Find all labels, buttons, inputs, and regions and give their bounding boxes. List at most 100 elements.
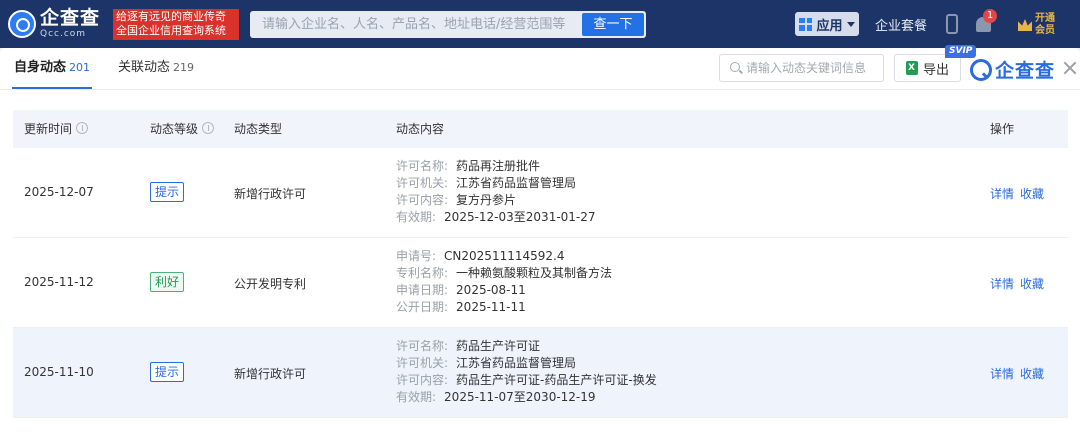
content-line: 有效期: 2025-11-07至2030-12-19 [396, 389, 657, 406]
export-label: 导出 [922, 62, 949, 78]
enterprise-package-link[interactable]: 企业套餐 [875, 15, 927, 34]
info-icon[interactable] [202, 122, 215, 134]
content-value: 江苏省药品监督管理局 [456, 356, 577, 370]
row-type: 公开发明专利 [234, 277, 307, 291]
content-key: 许可内容: [396, 373, 449, 387]
qcc-brand-logo: 企查查 [970, 56, 1055, 83]
export-button[interactable]: 导出 [894, 54, 961, 82]
content-line: 有效期: 2025-12-03至2031-01-27 [396, 209, 596, 226]
global-search: 查一下 [250, 11, 646, 38]
slogan-line-1: 给逐有远见的商业传奇 [116, 10, 226, 23]
content-line: 许可名称: 药品生产许可证 [396, 338, 657, 355]
qcc-brand-icon [970, 58, 992, 81]
content-key: 许可名称: [396, 339, 449, 353]
qcc-logo-icon [8, 10, 36, 38]
row-actions: 详情 收藏 [990, 185, 1044, 202]
column-header-content: 动态内容 [396, 122, 445, 136]
app-menu-button[interactable]: 应用 [795, 12, 859, 36]
details-link[interactable]: 详情 [990, 187, 1014, 201]
tab-related-dynamics[interactable]: 关联动态 219 [118, 60, 194, 76]
search-icon [730, 62, 740, 72]
tab-self-dynamics-label: 自身动态 [14, 60, 67, 75]
details-link[interactable]: 详情 [990, 277, 1014, 291]
content-line: 专利名称: 一种赖氨酸颗粒及其制备方法 [396, 265, 612, 282]
vip-open-button[interactable]: 开通会员 [1018, 10, 1072, 40]
level-badge: 利好 [150, 272, 185, 292]
column-header-ops: 操作 [990, 122, 1015, 136]
column-header-time-label: 更新时间 [24, 122, 73, 136]
row-content: 申请号: CN202511114592.4 专利名称: 一种赖氨酸颗粒及其制备方法 … [396, 248, 612, 316]
level-badge: 提示 [150, 362, 185, 382]
content-key: 申请日期: [396, 283, 449, 297]
chevron-down-icon [846, 21, 855, 27]
row-content: 许可名称: 药品再注册批件 许可机关: 江苏省药品监督管理局 许可内容: 复方丹参片 … [396, 158, 596, 226]
close-icon[interactable] [1062, 60, 1078, 76]
level-badge: 提示 [150, 182, 185, 202]
tab-related-dynamics-count: 219 [173, 61, 195, 74]
tab-self-dynamics-count: 201 [69, 61, 91, 74]
content-line: 申请日期: 2025-08-11 [396, 282, 612, 299]
tabs-divider [0, 89, 1080, 90]
row-date: 2025-12-07 [24, 185, 94, 199]
content-value: 一种赖氨酸颗粒及其制备方法 [456, 266, 613, 280]
content-value: 药品再注册批件 [456, 159, 541, 173]
content-value: 2025-11-11 [456, 300, 526, 314]
row-date: 2025-11-10 [24, 365, 94, 379]
content-line: 许可机关: 江苏省药品监督管理局 [396, 175, 596, 192]
slogan-banner: 给逐有远见的商业传奇 全国企业信用查询系统 [113, 9, 239, 40]
global-search-input[interactable] [250, 11, 580, 38]
app-grid-icon [799, 17, 813, 31]
content-value: 药品生产许可证-药品生产许可证-换发 [456, 373, 657, 387]
column-header-type: 动态类型 [234, 122, 283, 136]
content-key: 许可机关: [396, 356, 449, 370]
content-key: 有效期: [396, 390, 437, 404]
keyword-search-input[interactable] [746, 55, 882, 81]
logo-text-en: Qcc.com [40, 29, 87, 39]
app-menu-label: 应用 [816, 18, 843, 34]
table-row: 2025-12-07 提示 新增行政许可 许可名称: 药品再注册批件 许可机关: 江… [13, 148, 1068, 238]
content-value: 复方丹参片 [456, 193, 517, 207]
keyword-search-box [719, 54, 884, 82]
notification-badge: 1 [983, 9, 997, 23]
vip-open-label: 开通会员 [1035, 13, 1055, 36]
brand-text: 企查查 [995, 60, 1056, 82]
info-icon[interactable] [76, 122, 89, 134]
row-content: 许可名称: 药品生产许可证 许可机关: 江苏省药品监督管理局 许可内容: 药品生产许可… [396, 338, 657, 406]
dynamics-panel: 自身动态201 关联动态219 导出 SVIP 企查查 更新时间 动态等级 动态… [0, 45, 1080, 436]
content-key: 申请号: [396, 249, 437, 263]
favorite-link[interactable]: 收藏 [1020, 187, 1044, 201]
slogan-line-2: 全国企业信用查询系统 [116, 24, 226, 37]
qcc-logo[interactable]: 企查查 Qcc.com [8, 9, 108, 39]
content-key: 许可机关: [396, 176, 449, 190]
table-row: 2025-11-10 提示 新增行政许可 许可名称: 药品生产许可证 许可机关: 江… [13, 328, 1068, 418]
mobile-phone-icon[interactable] [946, 14, 958, 34]
content-line: 公开日期: 2025-11-11 [396, 299, 612, 316]
favorite-link[interactable]: 收藏 [1020, 277, 1044, 291]
row-actions: 详情 收藏 [990, 365, 1044, 382]
column-header-level-label: 动态等级 [150, 122, 199, 136]
content-value: 2025-08-11 [456, 283, 526, 297]
row-actions: 详情 收藏 [990, 275, 1044, 292]
tab-related-dynamics-label: 关联动态 [118, 60, 171, 75]
row-date: 2025-11-12 [24, 275, 94, 289]
favorite-link[interactable]: 收藏 [1020, 367, 1044, 381]
crown-icon [1018, 19, 1032, 31]
excel-icon [905, 61, 918, 75]
content-key: 许可内容: [396, 193, 449, 207]
content-key: 专利名称: [396, 266, 449, 280]
top-navbar: 企查查 Qcc.com 给逐有远见的商业传奇 全国企业信用查询系统 查一下 应用… [0, 0, 1080, 48]
content-value: 江苏省药品监督管理局 [456, 176, 577, 190]
row-type: 新增行政许可 [234, 187, 307, 201]
content-key: 有效期: [396, 210, 437, 224]
row-type: 新增行政许可 [234, 367, 307, 381]
content-value: 2025-11-07至2030-12-19 [444, 390, 596, 404]
content-value: CN202511114592.4 [444, 249, 565, 263]
tab-self-dynamics[interactable]: 自身动态 201 [14, 60, 90, 76]
details-link[interactable]: 详情 [990, 367, 1014, 381]
content-key: 公开日期: [396, 300, 449, 314]
table-row: 2025-11-12 利好 公开发明专利 申请号: CN202511114592.… [13, 238, 1068, 328]
content-line: 许可名称: 药品再注册批件 [396, 158, 596, 175]
content-line: 许可内容: 复方丹参片 [396, 192, 596, 209]
search-button[interactable]: 查一下 [582, 13, 644, 36]
content-key: 许可名称: [396, 159, 449, 173]
